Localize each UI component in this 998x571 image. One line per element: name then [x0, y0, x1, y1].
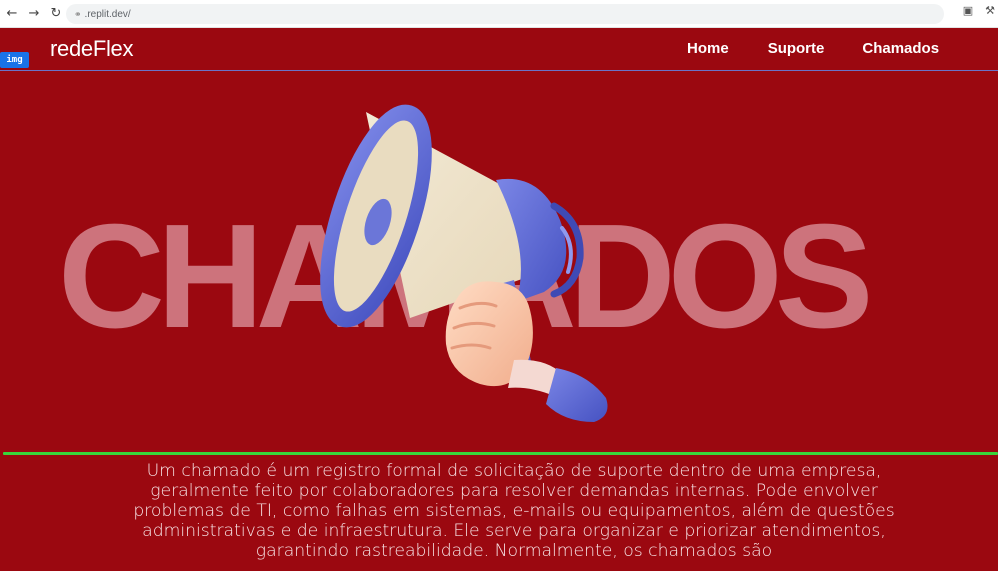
- img-inspector-badge: img: [0, 52, 29, 68]
- nav-link-chamados[interactable]: Chamados: [862, 40, 939, 57]
- page-body: redeFlex Home Suporte Chamados img CHAMA…: [0, 28, 998, 571]
- extensions-icon[interactable]: ⚒: [982, 4, 998, 17]
- nav-links: Home Suporte Chamados: [687, 40, 939, 57]
- chamados-description: Um chamado é um registro formal de solic…: [133, 461, 895, 561]
- reload-icon[interactable]: ↻: [45, 3, 67, 25]
- cast-icon[interactable]: ▣: [960, 4, 976, 17]
- back-icon[interactable]: ←: [1, 3, 23, 25]
- nav-link-home[interactable]: Home: [687, 40, 729, 57]
- forward-icon[interactable]: →: [23, 3, 45, 25]
- nav-link-suporte[interactable]: Suporte: [768, 40, 825, 57]
- site-navbar: redeFlex Home Suporte Chamados: [0, 28, 998, 71]
- browser-toolbar: ← → ↻ ⚭ .replit.dev/ ▣ ⚒: [0, 0, 998, 28]
- megaphone-illustration: [320, 104, 608, 422]
- site-logo[interactable]: redeFlex: [50, 36, 134, 62]
- lock-icon: ⚭: [74, 8, 82, 19]
- section-divider: [3, 452, 998, 455]
- address-bar[interactable]: ⚭ .replit.dev/: [66, 4, 944, 24]
- url-text: .replit.dev/: [84, 8, 131, 20]
